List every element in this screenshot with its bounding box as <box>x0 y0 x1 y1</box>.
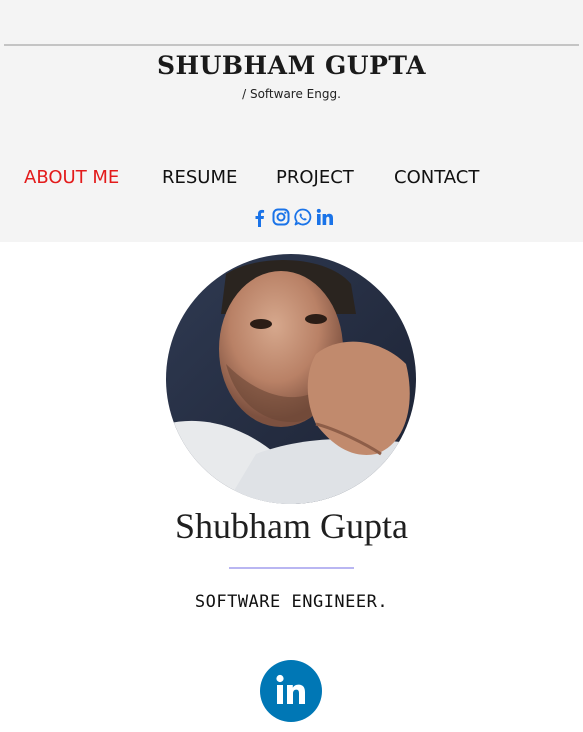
linkedin-badge-icon[interactable] <box>260 660 322 722</box>
site-header: SHUBHAM GUPTA / Software Engg. ABOUT ME … <box>0 0 583 242</box>
profile-photo <box>166 254 416 504</box>
facebook-icon[interactable] <box>250 208 268 227</box>
site-brand-title[interactable]: SHUBHAM GUPTA <box>0 50 583 82</box>
nav-item-contact[interactable]: CONTACT <box>394 166 479 190</box>
profile-title: SOFTWARE ENGINEER. <box>194 592 389 612</box>
header-top-divider <box>4 44 579 46</box>
name-divider <box>229 567 354 569</box>
social-links <box>250 206 334 228</box>
linkedin-icon[interactable] <box>316 208 334 227</box>
instagram-icon[interactable] <box>272 208 290 227</box>
nav-item-about-me[interactable]: ABOUT ME <box>24 166 119 190</box>
whatsapp-icon[interactable] <box>294 208 312 227</box>
nav-item-project[interactable]: PROJECT <box>276 166 354 190</box>
profile-name: Shubham Gupta <box>175 506 408 546</box>
nav-item-resume[interactable]: RESUME <box>162 166 237 190</box>
site-tagline: / Software Engg. <box>242 87 341 101</box>
